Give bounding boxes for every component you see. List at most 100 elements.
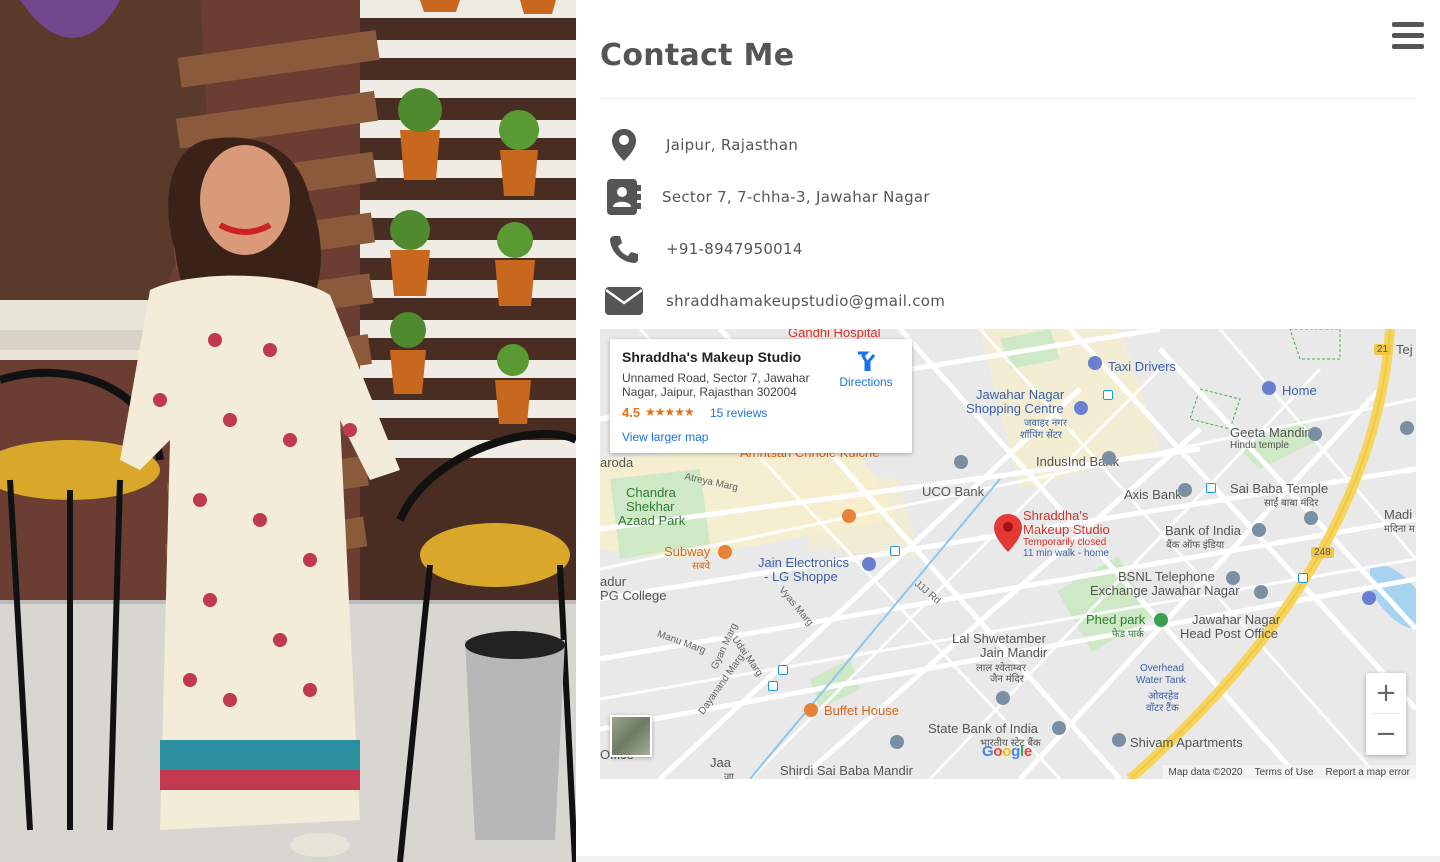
place-poi-icon[interactable] [1112, 733, 1126, 747]
map-label[interactable]: PG College [600, 588, 666, 603]
map-data-text: Map data ©2020 [1168, 766, 1243, 778]
zoom-out-button[interactable]: − [1366, 714, 1406, 754]
temple-poi-icon[interactable] [1308, 427, 1322, 441]
post-poi-icon[interactable] [1254, 585, 1268, 599]
view-larger-map-link[interactable]: View larger map [622, 430, 708, 444]
directions-icon [858, 351, 876, 371]
map-label[interactable]: State Bank of India [928, 721, 1038, 736]
google-logo: Google [982, 743, 1032, 760]
map-label[interactable]: Jain Mandir [980, 645, 1047, 660]
place-name: Shraddha's Makeup Studio [622, 349, 802, 365]
map-label[interactable]: Exchange Jawahar Nagar [1090, 583, 1240, 598]
map-label[interactable]: Jawahar Nagar [1192, 612, 1280, 627]
bus-stop-icon[interactable] [768, 681, 778, 691]
map-label: सबवे [692, 561, 711, 572]
bank-poi-icon[interactable] [1052, 721, 1066, 735]
park-poi-icon[interactable] [1154, 613, 1168, 627]
map-label[interactable]: BSNL Telephone [1118, 569, 1215, 584]
profile-photo [0, 0, 576, 862]
bank-poi-icon[interactable] [1252, 523, 1266, 537]
map-label[interactable]: Jawahar Nagar [976, 387, 1064, 402]
contact-location-row: Jaipur, Rajasthan [604, 125, 798, 165]
map-label: वॉटर टैंक [1146, 703, 1179, 714]
bus-stop-icon[interactable] [1298, 573, 1308, 583]
zoom-controls: + − [1366, 673, 1406, 755]
bus-stop-icon[interactable] [778, 665, 788, 675]
map-label[interactable]: Bank of India [1165, 523, 1241, 538]
map-label: शॉपिंग सेंटर [1020, 430, 1062, 441]
map-label[interactable]: Lal Shwetamber [952, 631, 1046, 646]
zoom-in-button[interactable]: + [1366, 673, 1406, 713]
map-label[interactable]: UCO Bank [922, 484, 984, 499]
address-book-icon [604, 177, 644, 217]
taxi-poi-icon[interactable] [1088, 356, 1102, 370]
title-divider [600, 98, 1416, 99]
hamburger-menu-icon[interactable] [1392, 22, 1424, 50]
phone-icon [604, 229, 644, 269]
map-label[interactable]: Shopping Centre [966, 401, 1064, 416]
bank-poi-icon[interactable] [954, 455, 968, 469]
home-poi-icon[interactable] [1262, 381, 1276, 395]
map-label[interactable]: Sai Baba Temple [1230, 481, 1328, 496]
satellite-toggle-button[interactable] [610, 715, 652, 757]
marker-label[interactable]: Makeup Studio [1023, 522, 1110, 537]
map-label[interactable]: Taxi Drivers [1108, 359, 1176, 374]
contact-phone-link[interactable]: +91-8947950014 [666, 240, 803, 258]
place-poi-icon[interactable] [1362, 591, 1376, 605]
map-label[interactable]: Shirdi Sai Baba Mandir [780, 763, 913, 778]
marker-label[interactable]: Shraddha's [1023, 508, 1088, 523]
map-label: Hindu temple [1230, 440, 1289, 451]
map-label[interactable]: Azaad Park [618, 513, 685, 528]
map-label[interactable]: Home [1282, 383, 1317, 398]
contact-section: Contact Me Jaipur, Rajasthan Sector 7, 7… [576, 0, 1440, 862]
map-label[interactable]: Jain Electronics [758, 555, 849, 570]
contact-address: Sector 7, 7-chha-3, Jawahar Nagar [662, 188, 930, 206]
map-label[interactable]: Overhead [1140, 663, 1184, 674]
building-poi-icon[interactable] [996, 691, 1010, 705]
temple-poi-icon[interactable] [1304, 511, 1318, 525]
restaurant-poi-icon[interactable] [804, 703, 818, 717]
place-address: Unnamed Road, Sector 7, Jawahar Nagar, J… [622, 371, 810, 399]
map-label[interactable]: Axis Bank [1124, 487, 1182, 502]
map-label: साईं बाबा मंदिर [1264, 498, 1319, 509]
map-label[interactable]: Subway [664, 544, 710, 559]
temple-poi-icon[interactable] [1400, 421, 1414, 435]
directions-button[interactable]: Directions [836, 351, 896, 389]
map-attribution: Map data ©2020 Terms of Use Report a map… [1162, 765, 1416, 779]
bus-stop-icon[interactable] [1103, 390, 1113, 400]
restaurant-poi-icon[interactable] [718, 545, 732, 559]
map-label[interactable]: Phed park [1086, 612, 1145, 627]
bank-poi-icon[interactable] [1178, 483, 1192, 497]
envelope-icon [604, 281, 644, 321]
map-label: aroda [600, 455, 634, 470]
report-map-error-link[interactable]: Report a map error [1320, 767, 1416, 778]
map-label[interactable]: - LG Shoppe [764, 569, 838, 584]
shopping-poi-icon[interactable] [862, 557, 876, 571]
contact-email-link[interactable]: shraddhamakeupstudio@gmail.com [666, 292, 945, 310]
google-map[interactable]: Gandhi Hospital Taxi Drivers Tej Home Ja… [600, 329, 1416, 779]
bus-stop-icon[interactable] [1206, 483, 1216, 493]
map-label: मदिना म [1384, 524, 1415, 535]
building-poi-icon[interactable] [1226, 571, 1240, 585]
place-rating: 4.5 [622, 405, 641, 420]
map-label[interactable]: Madi [1384, 507, 1412, 522]
map-label[interactable]: Shekhar [626, 499, 674, 514]
studio-marker-icon[interactable] [994, 514, 1022, 556]
reviews-link[interactable]: 15 reviews [710, 406, 767, 420]
contact-address-row: Sector 7, 7-chha-3, Jawahar Nagar [604, 177, 930, 217]
map-label[interactable]: Geeta Mandir [1230, 425, 1309, 440]
map-label[interactable]: Head Post Office [1180, 626, 1278, 641]
route-shield: 248 [1311, 547, 1334, 558]
map-label[interactable]: Buffet House [824, 703, 899, 718]
bank-poi-icon[interactable] [1102, 451, 1116, 465]
place-info-card: Shraddha's Makeup Studio Unnamed Road, S… [610, 339, 912, 453]
route-shield: 21 [1374, 344, 1392, 355]
temple-poi-icon[interactable] [890, 735, 904, 749]
shopping-poi-icon[interactable] [1074, 401, 1088, 415]
map-label[interactable]: Shivam Apartments [1130, 735, 1243, 750]
map-label[interactable]: Chandra [626, 485, 676, 500]
map-label[interactable]: Water Tank [1136, 675, 1186, 686]
terms-of-use-link[interactable]: Terms of Use [1249, 767, 1320, 778]
restaurant-poi-icon[interactable] [842, 509, 856, 523]
bus-stop-icon[interactable] [890, 546, 900, 556]
